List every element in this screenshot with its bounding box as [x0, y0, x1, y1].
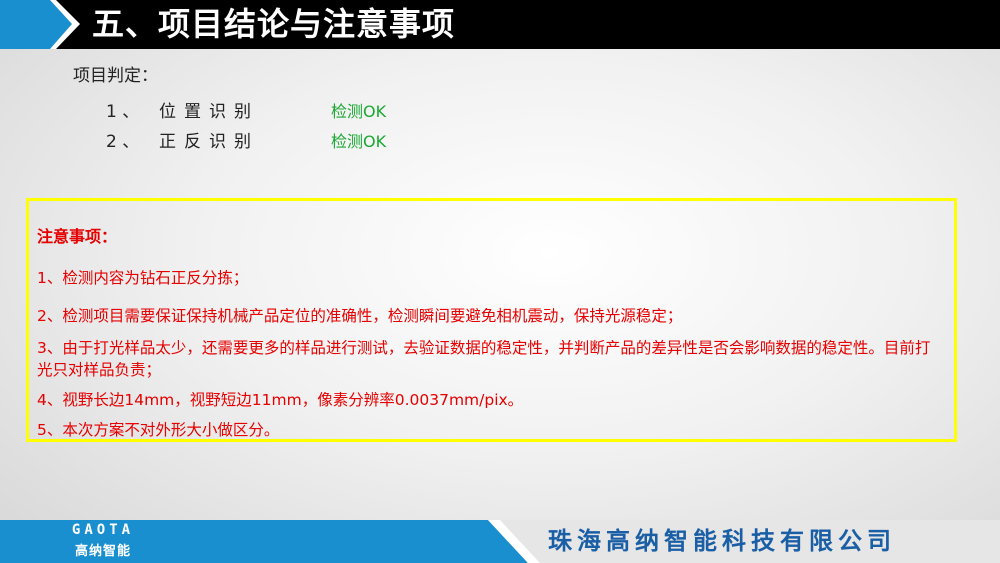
- notice-line: 4、视野长边14mm，视野短边11mm，像素分辨率0.0037mm/pix。: [37, 391, 524, 409]
- header-stripe-decoration: [0, 0, 80, 49]
- judgement-row-number: 1 、: [106, 102, 140, 122]
- header-bar: 五、项目结论与注意事项: [0, 0, 1000, 49]
- notice-line: 5、本次方案不对外形大小做区分。: [37, 421, 280, 439]
- company-logo-subtitle: 高纳智能: [74, 544, 131, 559]
- page-title: 五、项目结论与注意事项: [92, 5, 456, 43]
- notice-box: 注意事项： 1、检测内容为钻石正反分拣； 2、检测项目需要保证保持机械产品定位的…: [26, 198, 957, 442]
- notice-line: 1、检测内容为钻石正反分拣；: [37, 269, 249, 287]
- notice-line: 3、由于打光样品太少，还需要更多的样品进行测试，去验证数据的稳定性，并判断产品的…: [37, 339, 931, 379]
- judgement-row: 2 、 正反识别 检测OK: [73, 127, 573, 157]
- company-name: 珠海高纳智能科技有限公司: [548, 526, 896, 555]
- notice-title: 注意事项：: [37, 227, 118, 246]
- notice-line: 2、检测项目需要保证保持机械产品定位的准确性，检测瞬间要避免相机震动，保持光源稳…: [37, 307, 683, 325]
- judgement-row-result: 检测OK: [331, 132, 387, 151]
- judgement-row-result: 检测OK: [331, 102, 387, 121]
- judgement-section: 项目判定： 1 、 位置识别 检测OK 2 、 正反识别 检测OK: [73, 64, 573, 157]
- judgement-heading: 项目判定：: [73, 66, 158, 86]
- judgement-row: 1 、 位置识别 检测OK: [73, 97, 573, 127]
- company-logo: GAOTA: [71, 522, 135, 538]
- judgement-row-item: 位置识别: [159, 102, 259, 122]
- judgement-row-number: 2 、: [106, 132, 140, 152]
- judgement-row-item: 正反识别: [159, 132, 259, 152]
- footer-bar: GAOTA 高纳智能 珠海高纳智能科技有限公司: [0, 520, 1000, 563]
